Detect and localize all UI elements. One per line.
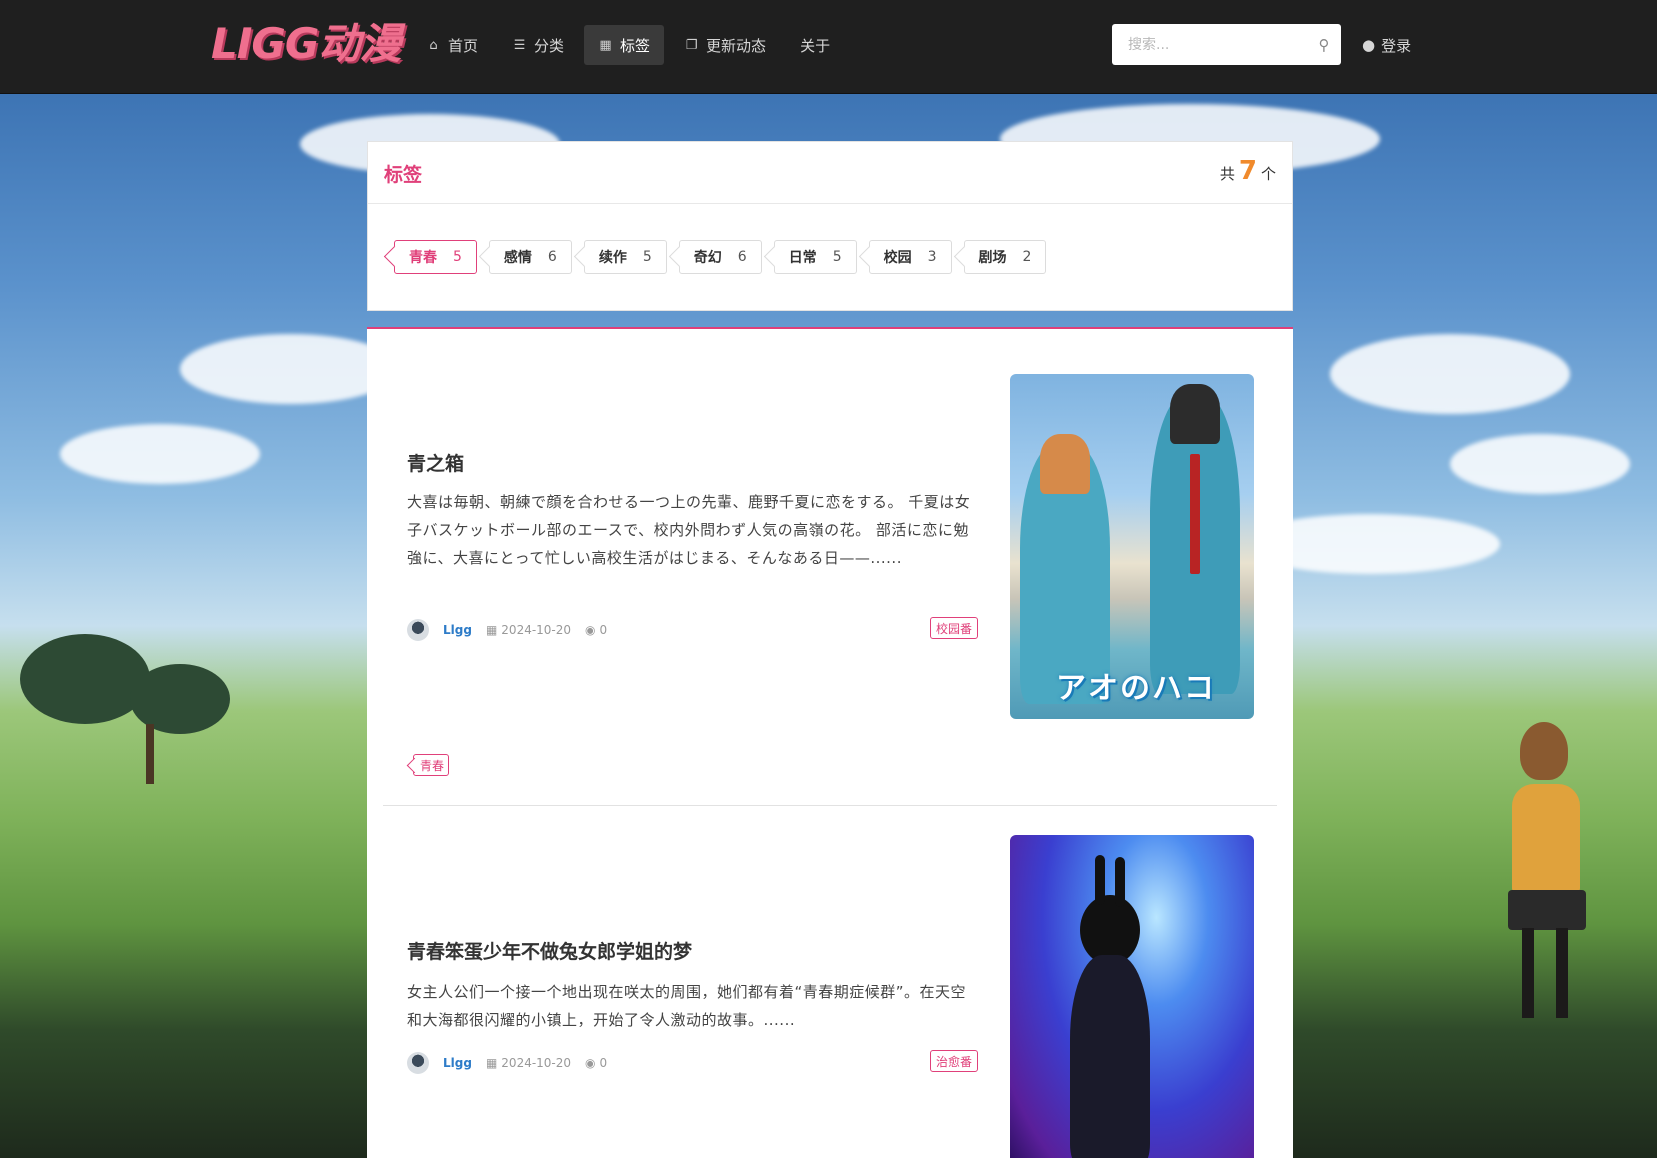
post-description: 女主人公们一个接一个地出现在咲太的周围，她们都有着“青春期症候群”。在天空和大海… (407, 983, 967, 1029)
nav-item-label: 关于 (800, 36, 831, 55)
home-icon: ⌂ (429, 37, 438, 53)
post-meta: Llgg ▦ 2024-10-20 ◉ 0 (407, 619, 607, 641)
post-meta: Llgg ▦ 2024-10-20 ◉ 0 (407, 1052, 607, 1074)
post-list: 青之箱 大喜は毎朝、朝練で顔を合わせる一つ上の先輩、鹿野千夏に恋をする。 千夏は… (367, 327, 1293, 1158)
tag-count-badge: 6 (547, 249, 557, 265)
tag-chip[interactable]: 剧场 2 (963, 240, 1047, 274)
tag-chip[interactable]: 奇幻 6 (678, 240, 762, 274)
post-card: 青之箱 大喜は毎朝、朝練で顔を合わせる一つ上の先輩、鹿野千夏に恋をする。 千夏は… (367, 329, 1293, 807)
tag-chip[interactable]: 校园 3 (868, 240, 952, 274)
login-label: 登录 (1381, 36, 1412, 55)
avatar[interactable] (407, 619, 429, 641)
post-divider (383, 805, 1277, 806)
copy-icon: ❐ (685, 37, 698, 53)
tag-chip[interactable]: 感情 6 (488, 240, 572, 274)
eye-icon: ◉ (585, 1056, 596, 1070)
tag-name: 日常 (788, 250, 817, 266)
tag-panel-header: 标签 共 7 个 (368, 142, 1292, 204)
search-input[interactable] (1112, 24, 1307, 65)
tag-name: 青春 (409, 250, 437, 266)
post-author[interactable]: Llgg (443, 623, 472, 637)
film-icon: ▦ (599, 37, 612, 53)
nav-item-label: 标签 (620, 36, 651, 55)
tag-name: 奇幻 (693, 250, 722, 266)
tag-name: 剧场 (978, 250, 1007, 266)
tag-count-badge: 5 (832, 249, 842, 265)
post-author[interactable]: Llgg (443, 1056, 472, 1070)
tag-name: 感情 (503, 250, 532, 266)
nav-item-categories[interactable]: ☰ 分类 (498, 25, 578, 65)
main-nav: ⌂ 首页 ☰ 分类 ▦ 标签 ❐ 更新动态 关于 (412, 25, 844, 65)
tag-count-suffix: 个 (1260, 165, 1276, 183)
post-tag-label: 青春 (420, 758, 445, 773)
calendar-icon: ▦ (485, 623, 498, 637)
nav-item-tags[interactable]: ▦ 标签 (584, 25, 665, 65)
tag-panel: 标签 共 7 个 青春 5 感情 6 续作 5 奇幻 6 日常 5 校园 3 剧… (367, 141, 1293, 311)
post-title[interactable]: 青春笨蛋少年不做兔女郎学姐的梦 (407, 937, 692, 964)
nav-item-updates[interactable]: ❐ 更新动态 (670, 25, 780, 65)
tag-panel-title: 标签 (384, 164, 423, 186)
eye-icon: ◉ (585, 623, 596, 637)
tag-chip[interactable]: 日常 5 (773, 240, 857, 274)
tag-chip[interactable]: 续作 5 (583, 240, 667, 274)
avatar[interactable] (407, 1052, 429, 1074)
post-cover-image[interactable]: アオのハコ (1010, 374, 1254, 719)
category-badge[interactable]: 校园番 (930, 617, 979, 639)
nav-item-label: 更新动态 (706, 36, 767, 55)
tag-count-prefix: 共 (1219, 165, 1235, 183)
tag-name: 校园 (883, 250, 912, 266)
nav-item-label: 分类 (534, 36, 565, 55)
tag-count-badge: 6 (737, 249, 747, 265)
search-box: ⚲ (1112, 24, 1341, 65)
post-date-text: 2024-10-20 (501, 623, 572, 637)
login-link[interactable]: ● 登录 (1362, 32, 1411, 58)
tag-count-badge: 2 (1022, 249, 1032, 265)
post-card: 青春笨蛋少年不做兔女郎学姐的梦 女主人公们一个接一个地出现在咲太的周围，她们都有… (367, 807, 1293, 1158)
post-description: 大喜は毎朝、朝練で顔を合わせる一つ上の先輩、鹿野千夏に恋をする。 千夏は女子バス… (407, 493, 971, 567)
tag-count-number: 7 (1238, 156, 1257, 186)
nav-item-home[interactable]: ⌂ 首页 (412, 25, 492, 65)
user-icon: ● (1362, 36, 1376, 54)
nav-item-label: 首页 (448, 36, 479, 55)
post-date: ▦ 2024-10-20 (486, 1056, 571, 1070)
post-title[interactable]: 青之箱 (407, 449, 464, 476)
site-logo[interactable]: LIGG动漫 (211, 18, 401, 70)
list-icon: ☰ (513, 37, 526, 53)
post-views: ◉ 0 (585, 1056, 607, 1070)
tag-count: 共 7 个 (1220, 156, 1276, 186)
nav-item-about[interactable]: 关于 (786, 25, 844, 65)
calendar-icon: ▦ (485, 1056, 498, 1070)
post-views: ◉ 0 (585, 623, 607, 637)
category-badge[interactable]: 治愈番 (930, 1050, 979, 1072)
post-date: ▦ 2024-10-20 (486, 623, 571, 637)
tag-count-badge: 3 (927, 249, 937, 265)
post-tag[interactable]: 青春 (413, 754, 450, 776)
post-cover-image[interactable] (1010, 835, 1254, 1158)
tag-count-badge: 5 (453, 249, 462, 265)
cover-title-text: アオのハコ (1056, 671, 1216, 706)
tag-name: 续作 (598, 250, 627, 266)
tag-chip[interactable]: 青春 5 (394, 240, 477, 274)
post-views-count: 0 (599, 1056, 608, 1070)
post-views-count: 0 (599, 623, 608, 637)
tag-list: 青春 5 感情 6 续作 5 奇幻 6 日常 5 校园 3 剧场 2 (394, 240, 1047, 274)
tag-count-badge: 5 (642, 249, 652, 265)
search-icon[interactable]: ⚲ (1307, 36, 1341, 54)
post-date-text: 2024-10-20 (501, 1056, 572, 1070)
top-navbar: LIGG动漫 ⌂ 首页 ☰ 分类 ▦ 标签 ❐ 更新动态 关于 ⚲ ● 登录 (0, 0, 1657, 94)
